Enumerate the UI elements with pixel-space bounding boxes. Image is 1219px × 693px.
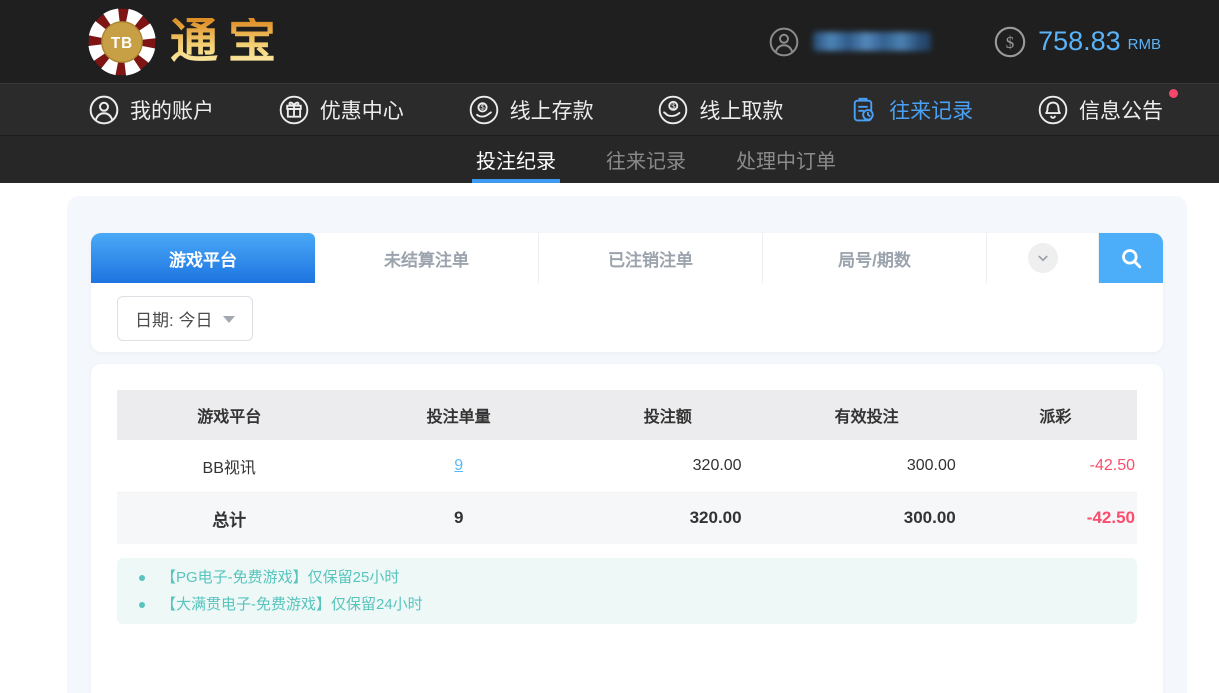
date-filter-row: 日期: 今日 (91, 283, 1163, 341)
avatar-icon (768, 26, 800, 58)
nav-item-withdraw[interactable]: $ 线上取款 (657, 94, 783, 126)
tab-game-platform[interactable]: 游戏平台 (91, 233, 315, 283)
tab-label: 未结算注单 (384, 246, 469, 271)
nav-label: 线上存款 (510, 95, 594, 125)
subnav-transaction-records[interactable]: 往来记录 (602, 136, 690, 183)
notification-dot-icon (1169, 89, 1178, 98)
tab-round-number[interactable]: 局号/期数 (763, 233, 987, 283)
header-right: $ 758.83 RMB (768, 25, 1161, 59)
subnav-bet-records[interactable]: 投注纪录 (472, 136, 560, 183)
note-line: 【大满贯电子-免费游戏】仅保留24小时 (117, 591, 1137, 618)
tab-cancelled-bets[interactable]: 已注销注单 (539, 233, 763, 283)
username-redacted (813, 32, 931, 51)
tab-label: 已注销注单 (608, 246, 693, 271)
clipboard-clock-icon (847, 94, 879, 126)
subnav-label: 往来记录 (606, 145, 686, 174)
search-button[interactable] (1099, 233, 1163, 283)
top-header: TB 通宝 $ 758.83 RMB (0, 0, 1219, 83)
balance-currency: RMB (1128, 36, 1161, 53)
chevron-down-icon (1034, 249, 1052, 267)
balance[interactable]: $ 758.83 RMB (993, 25, 1161, 59)
subnav-processing-orders[interactable]: 处理中订单 (732, 136, 840, 183)
cell-total-bet-count: 9 (341, 492, 576, 544)
date-filter-label: 日期: 今日 (135, 306, 212, 331)
bet-summary-table: 游戏平台 投注单量 投注额 有效投注 派彩 BB视讯 9 320.00 300.… (117, 390, 1137, 544)
subnav-label: 投注纪录 (476, 145, 556, 174)
caret-down-icon (223, 316, 235, 323)
note-text: 【PG电子-免费游戏】仅保留25小时 (161, 564, 399, 591)
cell-payout: -42.50 (974, 440, 1137, 492)
nav-label: 优惠中心 (320, 95, 404, 125)
bullet-icon (139, 575, 145, 581)
svg-text:$: $ (672, 101, 676, 110)
brand-name: 通宝 (170, 18, 286, 66)
nav-item-promotions[interactable]: 优惠中心 (278, 94, 404, 126)
brand-logo[interactable]: TB 通宝 (86, 6, 286, 78)
sub-nav: 投注纪录 往来记录 处理中订单 (0, 135, 1219, 183)
deposit-coin-hand-icon: $ (468, 94, 500, 126)
filter-card: 游戏平台 未结算注单 已注销注单 局号/期数 (91, 233, 1163, 352)
balance-amount: 758.83 (1038, 26, 1121, 57)
results-card: 游戏平台 投注单量 投注额 有效投注 派彩 BB视讯 9 320.00 300.… (91, 364, 1163, 693)
chip-text: TB (111, 34, 133, 51)
svg-text:$: $ (1006, 33, 1015, 52)
withdraw-coin-hand-icon: $ (657, 94, 689, 126)
cell-valid-bet: 300.00 (760, 440, 974, 492)
nav-item-my-account[interactable]: 我的账户 (88, 94, 214, 126)
tab-label: 局号/期数 (838, 246, 911, 271)
col-bet-amount: 投注额 (576, 390, 760, 440)
cell-total-valid-bet: 300.00 (760, 492, 974, 544)
cell-total-label: 总计 (117, 492, 341, 544)
chevron-circle (1028, 243, 1058, 273)
dollar-coin-icon: $ (993, 25, 1027, 59)
user-circle-icon (88, 94, 120, 126)
bet-count-link[interactable]: 9 (454, 457, 463, 474)
col-game-platform: 游戏平台 (117, 390, 341, 440)
col-payout: 派彩 (974, 390, 1137, 440)
content-panel: 游戏平台 未结算注单 已注销注单 局号/期数 (67, 196, 1187, 693)
date-filter-dropdown[interactable]: 日期: 今日 (117, 296, 253, 341)
main-area: 游戏平台 未结算注单 已注销注单 局号/期数 (0, 183, 1219, 693)
search-icon (1118, 245, 1145, 272)
svg-text:$: $ (480, 102, 484, 111)
casino-chip-logo-icon: TB (86, 6, 158, 78)
subnav-label: 处理中订单 (736, 145, 836, 174)
cell-total-bet-amount: 320.00 (576, 492, 760, 544)
nav-label: 线上取款 (699, 95, 783, 125)
nav-item-transaction-records[interactable]: 往来记录 (847, 94, 973, 126)
tab-dropdown[interactable] (987, 233, 1099, 283)
tab-label: 游戏平台 (169, 246, 237, 271)
col-bet-count: 投注单量 (341, 390, 576, 440)
cell-platform: BB视讯 (117, 440, 341, 492)
gift-icon (278, 94, 310, 126)
main-nav: 我的账户 优惠中心 $ 线上存款 $ 线上取款 (0, 83, 1219, 135)
bullet-icon (139, 602, 145, 608)
nav-label: 我的账户 (130, 95, 214, 125)
note-text: 【大满贯电子-免费游戏】仅保留24小时 (161, 591, 423, 618)
cell-total-payout: -42.50 (974, 492, 1137, 544)
col-valid-bet: 有效投注 (760, 390, 974, 440)
table-row: BB视讯 9 320.00 300.00 -42.50 (117, 440, 1137, 492)
nav-label: 往来记录 (889, 95, 973, 125)
account-menu[interactable] (768, 26, 931, 58)
retention-notes: 【PG电子-免费游戏】仅保留25小时 【大满贯电子-免费游戏】仅保留24小时 (117, 558, 1137, 624)
cell-bet-amount: 320.00 (576, 440, 760, 492)
nav-item-deposit[interactable]: $ 线上存款 (468, 94, 594, 126)
table-total-row: 总计 9 320.00 300.00 -42.50 (117, 492, 1137, 544)
filter-tabs: 游戏平台 未结算注单 已注销注单 局号/期数 (91, 233, 1163, 283)
tab-unsettled-bets[interactable]: 未结算注单 (315, 233, 539, 283)
note-line: 【PG电子-免费游戏】仅保留25小时 (117, 564, 1137, 591)
bell-icon (1037, 94, 1069, 126)
table-header-row: 游戏平台 投注单量 投注额 有效投注 派彩 (117, 390, 1137, 440)
nav-label: 信息公告 (1079, 95, 1163, 125)
nav-item-announcements[interactable]: 信息公告 (1037, 94, 1163, 126)
